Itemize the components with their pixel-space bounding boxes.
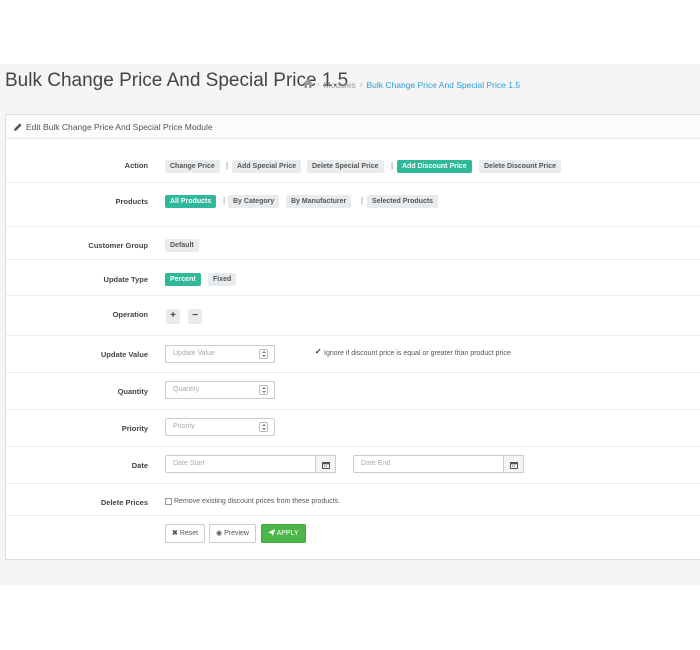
preview-button[interactable]: ◉ Preview [209, 524, 256, 543]
ignore-checkbox-label: Ignore if discount price is equal or gre… [324, 350, 511, 357]
products-row: Products All Products | By Category By M… [6, 183, 700, 227]
breadcrumb-separator: › [317, 80, 320, 89]
action-label: Action [124, 161, 148, 170]
update-type-row: Update Type Percent Fixed [6, 260, 700, 296]
action-row: Action Change Price | Add Special Price … [6, 139, 700, 183]
priority-placeholder: Priority [173, 423, 195, 430]
add-discount-price-button[interactable]: Add Discount Price [397, 160, 472, 173]
update-value-placeholder: Update Value [173, 350, 215, 357]
operation-row: Operation + − [6, 296, 700, 336]
quantity-row: Quantity Quantity [6, 373, 700, 410]
all-products-button[interactable]: All Products [165, 195, 217, 208]
by-manufacturer-button[interactable]: By Manufacturer [286, 195, 352, 208]
customer-group-label: Customer Group [88, 241, 148, 250]
edit-module-panel: Edit Bulk Change Price And Special Price… [5, 114, 700, 560]
quantity-label: Quantity [117, 387, 148, 396]
change-price-button[interactable]: Change Price [165, 160, 220, 173]
date-row: Date Date Start Date End [6, 447, 700, 484]
delete-prices-checkbox[interactable] [165, 498, 172, 505]
update-value-row: Update Value Update Value ✓ Ignore if di… [6, 336, 700, 373]
delete-special-price-button[interactable]: Delete Special Price [307, 160, 384, 173]
spinner-icon[interactable] [259, 422, 268, 432]
priority-row: Priority Priority [6, 410, 700, 447]
home-icon[interactable] [303, 79, 313, 90]
date-start-placeholder: Date Start [173, 460, 205, 467]
update-type-label: Update Type [103, 275, 148, 284]
calendar-icon[interactable] [316, 455, 336, 473]
quantity-placeholder: Quantity [173, 386, 200, 393]
breadcrumb-modules[interactable]: Modules [324, 80, 356, 90]
selected-products-button[interactable]: Selected Products [367, 195, 439, 208]
apply-label: APPLY [276, 530, 299, 537]
reset-button[interactable]: ✖ Reset [165, 524, 206, 543]
delete-prices-text: Remove existing discount prices from the… [174, 498, 341, 505]
panel-title: Edit Bulk Change Price And Special Price… [14, 122, 213, 132]
date-end-input[interactable]: Date End [353, 455, 504, 473]
breadcrumb: › Modules › Bulk Change Price And Specia… [303, 79, 520, 90]
close-icon: ✖ [172, 530, 178, 537]
by-category-button[interactable]: By Category [228, 195, 280, 208]
separator: | [223, 196, 226, 205]
priority-label: Priority [121, 424, 148, 433]
ignore-checkbox[interactable]: ✓ [315, 348, 322, 356]
page-title: Bulk Change Price And Special Price 1.5 [5, 70, 349, 91]
breadcrumb-separator: › [359, 80, 363, 89]
spinner-icon[interactable] [259, 349, 268, 359]
separator: | [361, 196, 364, 205]
update-value-input[interactable]: Update Value [165, 345, 275, 363]
separator: | [391, 161, 394, 170]
default-group-button[interactable]: Default [165, 239, 199, 252]
pencil-icon [14, 123, 22, 131]
percent-button[interactable]: Percent [165, 273, 201, 286]
products-label: Products [115, 197, 148, 206]
customer-group-row: Customer Group Default [6, 227, 700, 260]
spinner-icon[interactable] [259, 385, 268, 395]
plus-button[interactable]: + [166, 309, 180, 324]
date-label: Date [131, 461, 148, 470]
separator: | [226, 161, 229, 170]
operation-label: Operation [112, 310, 148, 319]
fixed-button[interactable]: Fixed [208, 273, 237, 286]
date-start-input[interactable]: Date Start [165, 455, 316, 473]
page-bottom [0, 585, 700, 650]
delete-prices-label: Delete Prices [100, 498, 148, 507]
panel-heading: Edit Bulk Change Price And Special Price… [6, 115, 700, 139]
panel-heading-label: Edit Bulk Change Price And Special Price… [26, 122, 213, 132]
eye-icon: ◉ [216, 530, 223, 537]
minus-button[interactable]: − [188, 309, 202, 324]
apply-button[interactable]: APPLY [261, 524, 306, 543]
update-value-label: Update Value [100, 350, 148, 359]
delete-prices-row: Delete Prices Remove existing discount p… [6, 484, 700, 516]
reset-label: Reset [179, 530, 199, 537]
add-special-price-button[interactable]: Add Special Price [232, 160, 302, 173]
preview-label: Preview [224, 530, 249, 537]
delete-discount-price-button[interactable]: Delete Discount Price [479, 160, 561, 173]
date-end-placeholder: Date End [361, 460, 391, 467]
send-icon [268, 529, 275, 536]
calendar-icon[interactable] [504, 455, 524, 473]
breadcrumb-current[interactable]: Bulk Change Price And Special Price 1.5 [366, 80, 520, 90]
priority-input[interactable]: Priority [165, 418, 275, 436]
quantity-input[interactable]: Quantity [165, 381, 275, 399]
